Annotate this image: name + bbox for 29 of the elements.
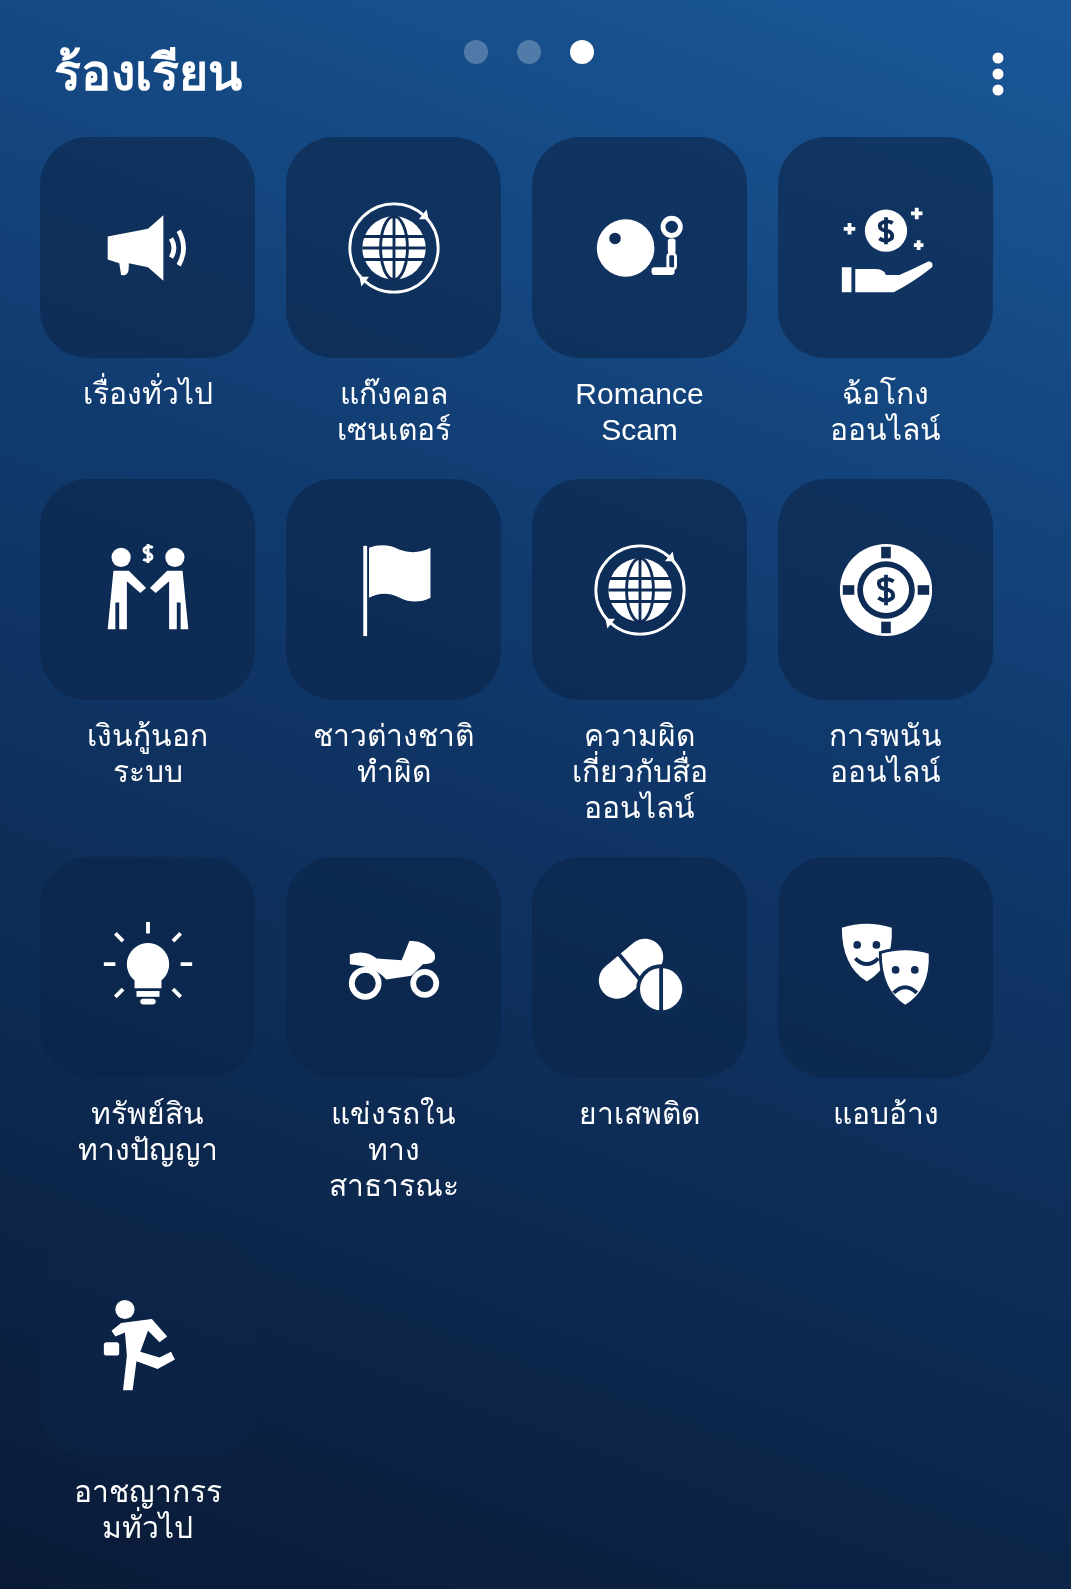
poker-chip-icon [837,541,934,638]
category-tile[interactable] [286,857,501,1078]
category-label: แข่งรถใน ทาง สาธารณะ [328,1096,459,1204]
page-title: ร้องเรียน [54,44,242,103]
category-tile[interactable] [778,479,993,700]
category-tile[interactable] [532,857,747,1078]
category-tile[interactable] [778,137,993,358]
category-tile[interactable] [532,137,747,358]
more-options-icon[interactable] [992,52,1004,96]
category-tile[interactable] [40,137,255,358]
category-label: ยาเสพติด [579,1096,700,1132]
category-label: ชาวต่างชาติ ทำผิด [313,718,474,790]
category-tile[interactable] [532,479,747,700]
category-label: การพนัน ออนไลน์ [829,718,942,790]
category-tile[interactable] [778,857,993,1078]
category-label: อาชญากรร มทั่วไป [73,1474,222,1546]
category-label: แอบอ้าง [832,1096,939,1132]
category-tile[interactable] [286,479,501,700]
category-label: แก๊งคอล เซนเตอร์ [336,376,451,448]
globe-icon [591,541,688,638]
category-label: ทรัพย์สิน ทางปัญญา [77,1096,218,1168]
category-label: ความผิด เกี่ยวกับสื่อ ออนไลน์ [571,718,708,826]
category-label: Romance Scam [575,376,704,448]
category-tile[interactable] [286,137,501,358]
category-label: ฉ้อโกง ออนไลน์ [830,376,941,448]
globe-icon [345,199,442,296]
category-tile[interactable] [40,857,255,1078]
category-label: เงินกู้นอก ระบบ [87,718,208,790]
category-tile[interactable] [40,479,255,700]
